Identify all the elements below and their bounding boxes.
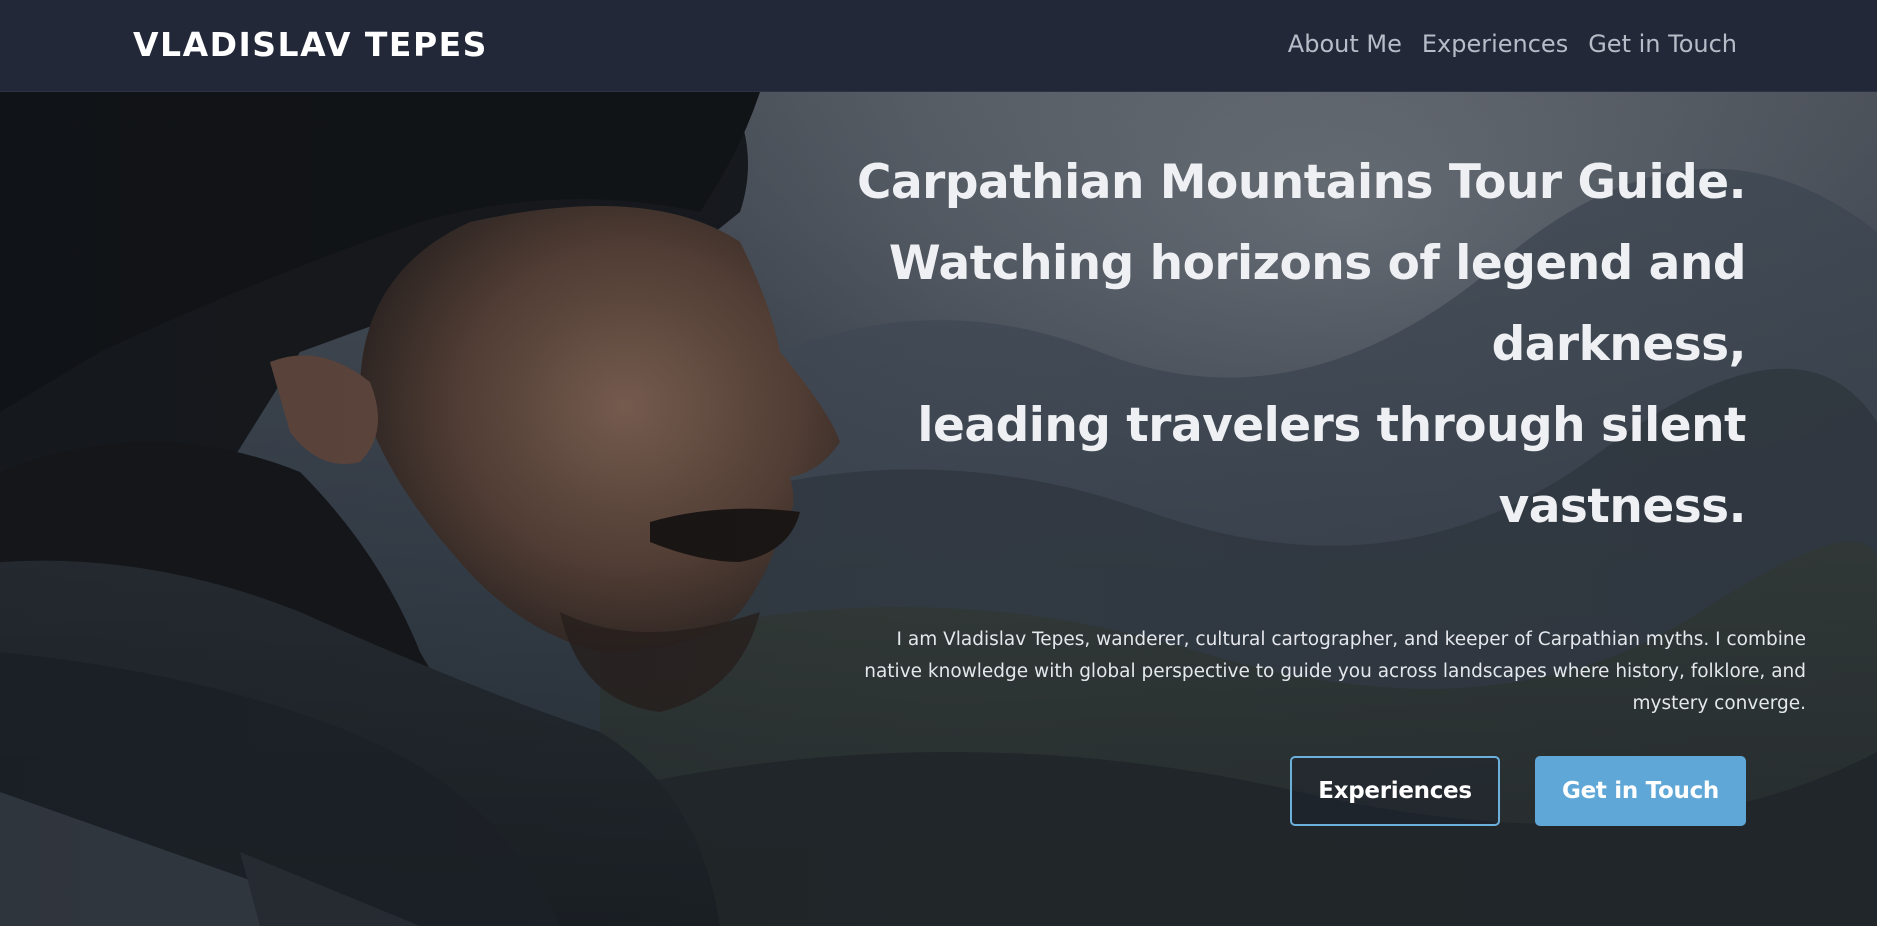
hero-cta-row: Experiences Get in Touch <box>1290 756 1746 826</box>
nav-link-experiences[interactable]: Experiences <box>1422 30 1568 59</box>
nav-link-about-me[interactable]: About Me <box>1288 30 1402 59</box>
get-in-touch-button[interactable]: Get in Touch <box>1535 756 1746 826</box>
experiences-button[interactable]: Experiences <box>1290 756 1500 826</box>
main-nav: About Me Experiences Get in Touch <box>1288 30 1737 59</box>
site-header: VLADISLAV TEPES About Me Experiences Get… <box>0 0 1877 92</box>
headline-line: Carpathian Mountains Tour Guide. <box>856 155 1747 210</box>
brand-logo[interactable]: VLADISLAV TEPES <box>133 28 488 61</box>
hero-headline: Carpathian Mountains Tour Guide. Watchin… <box>846 142 1747 547</box>
hero-bio: I am Vladislav Tepes, wanderer, cultural… <box>864 629 1806 714</box>
hero-content: Carpathian Mountains Tour Guide. Watchin… <box>846 142 1806 720</box>
headline-line: vastness. <box>1498 479 1747 534</box>
nav-link-get-in-touch[interactable]: Get in Touch <box>1588 30 1737 59</box>
hero-section: Carpathian Mountains Tour Guide. Watchin… <box>0 92 1877 926</box>
headline-line: Watching horizons of legend and <box>888 236 1747 291</box>
headline-line: leading travelers through silent <box>917 398 1746 453</box>
headline-line: darkness, <box>1491 317 1747 372</box>
